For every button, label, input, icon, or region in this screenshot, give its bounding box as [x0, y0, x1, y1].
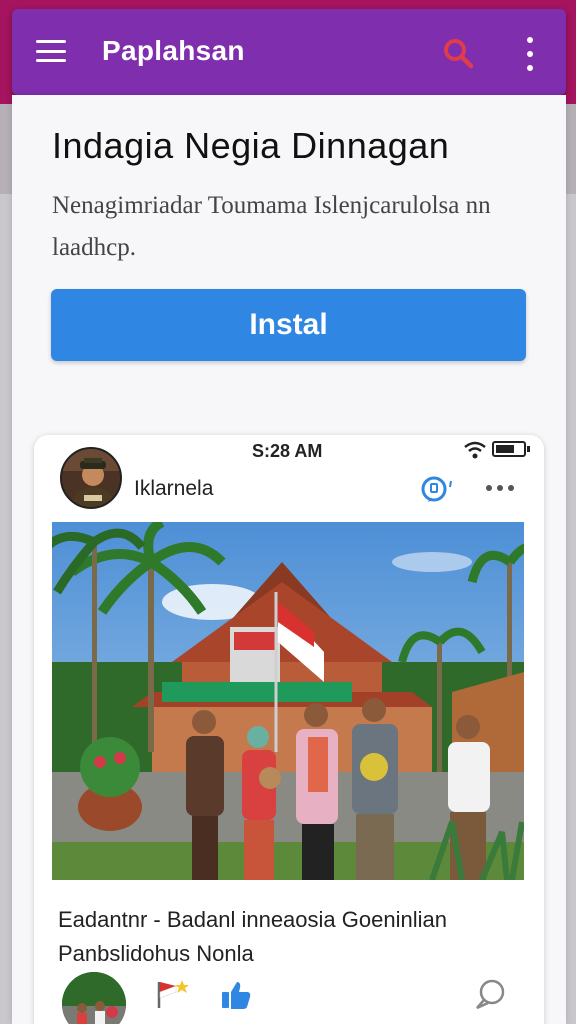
status-time: S:28 AM	[252, 441, 323, 461]
avatar-image	[62, 449, 120, 507]
install-button[interactable]: Instal	[51, 289, 526, 361]
post-author[interactable]: Iklarnela	[134, 477, 213, 501]
post-more-icon[interactable]	[486, 485, 514, 493]
avatar[interactable]	[60, 447, 122, 509]
like-icon[interactable]	[220, 980, 252, 1010]
comment-icon[interactable]	[474, 978, 508, 1010]
search-icon[interactable]	[442, 37, 474, 69]
flag-icon[interactable]	[154, 978, 190, 1008]
post-caption: Eadantnr - Badanl inneaosia Goeninlian P…	[58, 907, 447, 966]
page-title: Indagia Negia Dinnagan	[52, 125, 450, 166]
main-sheet: Indagia Negia Dinnagan Nenagimriadar Tou…	[12, 95, 566, 1024]
post-photo[interactable]	[52, 522, 524, 880]
post-card: S:28 AM Iklarnela Eadantnr - Badanl inne…	[34, 435, 544, 1024]
menu-icon[interactable]	[36, 40, 66, 62]
battery-icon	[492, 441, 530, 457]
wifi-icon	[464, 441, 486, 459]
page-description: Nenagimriadar Toumama Islenjcarulolsa nn…	[52, 192, 491, 261]
post-photo-image	[52, 522, 524, 880]
chat-bubble-icon[interactable]	[420, 475, 456, 503]
app-bar: Paplahsan	[12, 9, 566, 95]
more-options-icon[interactable]	[520, 37, 540, 71]
app-title: Paplahsan	[102, 35, 245, 66]
